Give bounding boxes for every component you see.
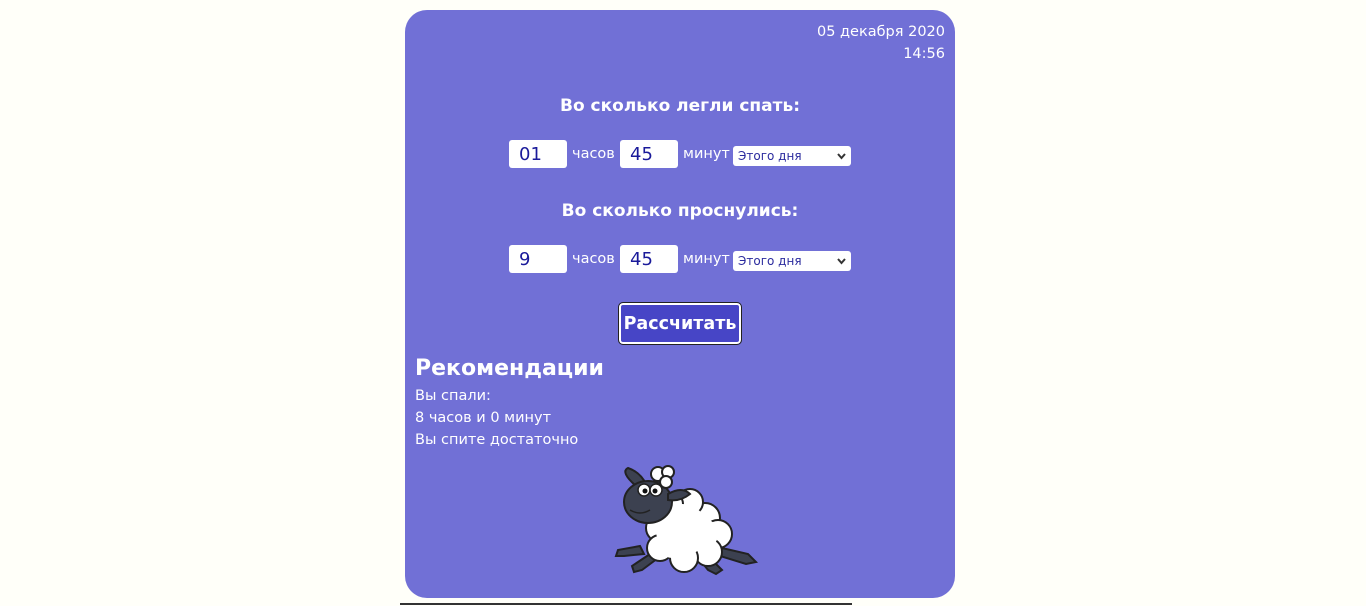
bedtime-hours-label: часов xyxy=(572,146,615,162)
recommendations-title: Рекомендации xyxy=(415,356,604,381)
calculate-button[interactable]: Рассчитать xyxy=(618,302,742,345)
wakeup-hours-input[interactable] xyxy=(509,245,567,273)
bedtime-row: часов минут Этого дня xyxy=(509,140,869,168)
slept-label: Вы спали: xyxy=(415,388,491,404)
wakeup-day-selected: Этого дня xyxy=(738,254,802,268)
bedtime-minutes-label: минут xyxy=(683,146,730,162)
wakeup-minutes-input[interactable] xyxy=(620,245,678,273)
bedtime-heading: Во сколько легли спать: xyxy=(559,96,801,116)
bedtime-day-select[interactable]: Этого дня xyxy=(733,146,851,166)
bedtime-day-selected: Этого дня xyxy=(738,149,802,163)
wakeup-minutes-label: минут xyxy=(683,251,730,267)
wakeup-hours-label: часов xyxy=(572,251,615,267)
wakeup-heading: Во сколько проснулись: xyxy=(561,201,799,221)
sleep-calculator-card: 05 декабря 2020 14:56 Во сколько легли с… xyxy=(405,10,955,598)
chevron-down-icon xyxy=(836,147,847,173)
current-datetime: 05 декабря 2020 14:56 xyxy=(817,21,945,65)
current-time: 14:56 xyxy=(903,46,945,62)
sleep-verdict: Вы спите достаточно xyxy=(415,432,579,448)
sheep-illustration xyxy=(610,458,760,582)
wakeup-day-select[interactable]: Этого дня xyxy=(733,251,851,271)
page-divider xyxy=(400,603,852,605)
current-date: 05 декабря 2020 xyxy=(816,24,945,40)
bedtime-hours-input[interactable] xyxy=(509,140,567,168)
wakeup-row: часов минут Этого дня xyxy=(509,245,869,273)
bedtime-minutes-input[interactable] xyxy=(620,140,678,168)
chevron-down-icon xyxy=(836,252,847,278)
slept-duration: 8 часов и 0 минут xyxy=(415,410,552,426)
